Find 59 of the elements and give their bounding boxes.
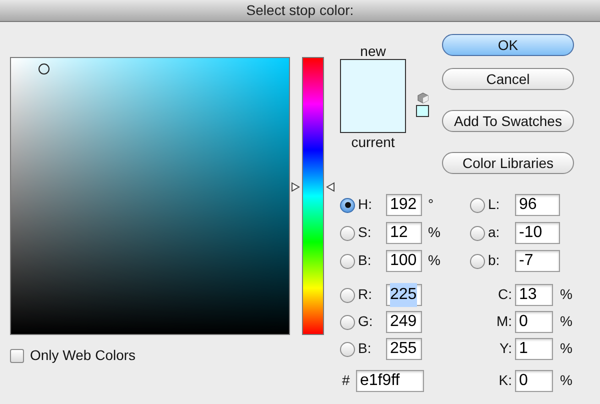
color-marker[interactable]: [38, 64, 50, 75]
hue-slider[interactable]: [302, 57, 324, 335]
unit-label: %: [560, 372, 572, 388]
field-label: C:: [498, 286, 512, 302]
checkbox[interactable]: [10, 348, 24, 362]
number-field[interactable]: 0: [515, 370, 553, 392]
number-field[interactable]: 100: [386, 250, 422, 272]
radio-button[interactable]: [340, 226, 355, 240]
radio-button[interactable]: [340, 314, 355, 330]
number-field[interactable]: 249: [386, 311, 422, 333]
number-field[interactable]: 1: [515, 338, 553, 360]
new-label: new: [360, 45, 386, 57]
radio-button[interactable]: [340, 288, 355, 302]
unit-label: %: [428, 252, 440, 268]
unit-label: %: [428, 224, 440, 240]
slider-handle-icon[interactable]: [290, 182, 336, 192]
color-field[interactable]: [10, 57, 290, 335]
number-field[interactable]: -10: [515, 222, 560, 244]
dialog-button[interactable]: Color Libraries: [442, 152, 574, 174]
radio-button[interactable]: [340, 254, 355, 268]
number-field[interactable]: 96: [515, 194, 560, 216]
radio-button[interactable]: [340, 198, 355, 212]
field-label: M:: [496, 313, 512, 329]
number-field[interactable]: 13: [515, 284, 553, 306]
checkbox-label: Only Web Colors: [30, 346, 136, 365]
radio-button[interactable]: [340, 342, 355, 356]
web-safe-swatch[interactable]: [416, 105, 429, 117]
field-label: G:: [358, 313, 373, 329]
unit-label: %: [560, 313, 572, 329]
field-label: B:: [358, 340, 372, 356]
dialog-button[interactable]: Cancel: [442, 68, 574, 90]
hex-label: #: [342, 372, 350, 388]
window-title: Select stop color:: [246, 1, 354, 20]
number-field[interactable]: -7: [515, 250, 560, 272]
unit-label: %: [560, 340, 572, 356]
dialog-button[interactable]: Add To Swatches: [442, 110, 574, 132]
field-label: K:: [498, 372, 512, 388]
unit-label: °: [428, 196, 434, 212]
field-label: R:: [358, 286, 372, 302]
number-field[interactable]: 225: [386, 284, 422, 306]
radio-button[interactable]: [470, 254, 485, 268]
field-label: L:: [488, 196, 500, 212]
number-field[interactable]: 192: [386, 194, 422, 216]
field-label: H:: [358, 196, 372, 212]
number-field[interactable]: 255: [386, 338, 422, 360]
field-label: Y:: [500, 340, 512, 356]
number-field[interactable]: 0: [515, 311, 553, 333]
radio-button[interactable]: [470, 198, 485, 212]
dialog-button[interactable]: OK: [442, 34, 574, 56]
field-label: a:: [488, 224, 500, 240]
field-label: S:: [358, 224, 372, 240]
radio-button[interactable]: [470, 226, 485, 240]
cube-icon[interactable]: [416, 92, 428, 104]
field-label: b:: [488, 252, 500, 268]
unit-label: %: [560, 286, 572, 302]
field-label: B:: [358, 252, 372, 268]
number-field[interactable]: 12: [386, 222, 422, 244]
current-label: current: [351, 136, 395, 148]
number-field[interactable]: e1f9ff: [356, 370, 424, 392]
